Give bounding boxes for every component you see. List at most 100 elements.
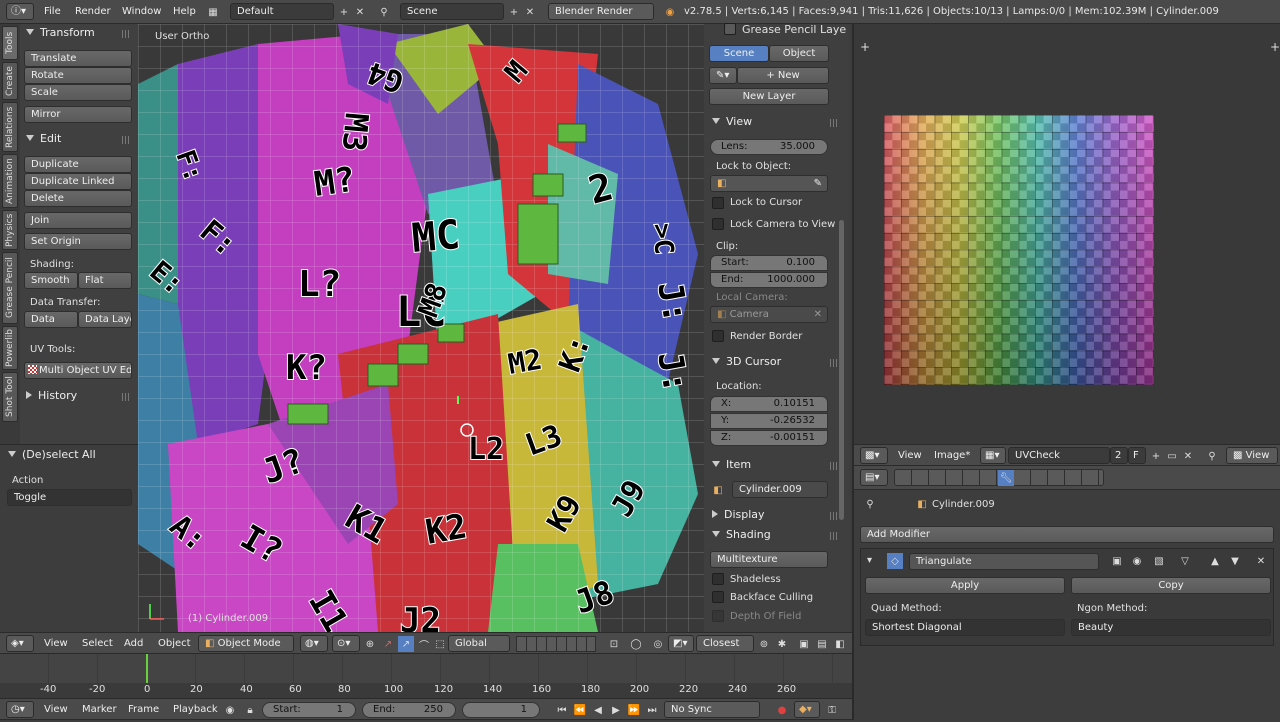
- pin-icon[interactable]: ⚲: [1204, 448, 1220, 464]
- remove-layout-icon[interactable]: ✕: [352, 4, 368, 20]
- snap-rotate-icon[interactable]: ✱: [774, 636, 790, 652]
- eyedropper-icon[interactable]: ✎: [814, 176, 822, 191]
- data-button[interactable]: Data: [24, 311, 78, 328]
- scale-button[interactable]: Scale: [24, 84, 132, 101]
- pin-icon[interactable]: ⚲: [862, 496, 878, 512]
- new-grease-button[interactable]: + New: [737, 67, 829, 84]
- shading-panel-header[interactable]: Shading: [712, 528, 771, 541]
- image-browse-select[interactable]: ▦▾: [980, 447, 1006, 464]
- menu-frame[interactable]: Frame: [128, 698, 159, 722]
- panel-scrollbar[interactable]: [839, 220, 844, 520]
- keyframe-add-icon[interactable]: ⚿: [824, 702, 840, 718]
- new-layer-button[interactable]: New Layer: [709, 88, 829, 105]
- display-panel-header[interactable]: Display: [712, 508, 765, 521]
- render-toggle-icon[interactable]: ▣: [1109, 553, 1125, 569]
- editmode-toggle-icon[interactable]: ▧: [1151, 553, 1167, 569]
- expand-icon[interactable]: +: [860, 40, 870, 54]
- render-border-checkbox[interactable]: [712, 330, 724, 342]
- tab-animation[interactable]: Animation: [2, 154, 18, 208]
- add-layout-icon[interactable]: +: [336, 4, 352, 20]
- smooth-button[interactable]: Smooth: [24, 272, 78, 289]
- viewport-toggle-icon[interactable]: ◉: [1129, 553, 1145, 569]
- unlink-image-icon[interactable]: ✕: [1180, 448, 1196, 464]
- menu-file[interactable]: File: [44, 0, 61, 24]
- layout-grid-icon[interactable]: ▦: [205, 4, 221, 20]
- lock-camera-checkbox[interactable]: [712, 218, 724, 230]
- menu-add[interactable]: Add: [124, 632, 143, 656]
- cage-toggle-icon[interactable]: ▽: [1177, 553, 1193, 569]
- current-frame-field[interactable]: 1: [462, 702, 540, 718]
- clip-start-field[interactable]: Start: 0.100: [710, 255, 828, 271]
- layout-select[interactable]: Default: [230, 3, 334, 20]
- set-origin-select[interactable]: Set Origin: [24, 233, 132, 250]
- menu-view[interactable]: View: [898, 444, 922, 468]
- duplicate-linked-button[interactable]: Duplicate Linked: [24, 173, 132, 190]
- start-frame-field[interactable]: Start: 1: [262, 702, 356, 718]
- translate-manipulator-icon[interactable]: ↗: [380, 636, 396, 652]
- action-select[interactable]: Toggle: [7, 489, 132, 506]
- next-keyframe-icon[interactable]: ⏩: [626, 702, 642, 718]
- layer-buttons[interactable]: [516, 636, 596, 652]
- scene-icon[interactable]: ⚲: [376, 4, 392, 20]
- image-editor[interactable]: + +: [852, 24, 1280, 444]
- cursor-x-field[interactable]: X: 0.10151: [710, 396, 828, 412]
- lock-icon[interactable]: 🔒︎: [242, 702, 258, 718]
- panel-grip-icon[interactable]: [830, 119, 838, 127]
- history-panel-header[interactable]: History: [26, 389, 77, 402]
- prev-keyframe-icon[interactable]: ⏪: [572, 702, 588, 718]
- play-icon[interactable]: ▶: [608, 702, 624, 718]
- scale-manipulator-icon[interactable]: ⌒: [416, 636, 432, 652]
- multi-object-uv-button[interactable]: Multi Object UV Edi...: [24, 362, 132, 379]
- jump-end-icon[interactable]: ⏭: [644, 702, 660, 718]
- modifier-name-field[interactable]: Triangulate: [909, 553, 1099, 570]
- preview-range-icon[interactable]: ◉: [222, 702, 238, 718]
- translate-button[interactable]: Translate: [24, 50, 132, 67]
- lens-field[interactable]: Lens: 35.000: [710, 139, 828, 155]
- snap-icon[interactable]: ⊚: [756, 636, 772, 652]
- edit-panel-header[interactable]: Edit: [26, 132, 61, 145]
- render-anim-icon[interactable]: ▤: [814, 636, 830, 652]
- mode-select[interactable]: ◧ Object Mode: [198, 635, 294, 652]
- editor-type-button[interactable]: ▤▾: [860, 469, 888, 486]
- cursor-z-field[interactable]: Z: -0.00151: [710, 430, 828, 446]
- menu-view[interactable]: View: [44, 698, 68, 722]
- cursor-y-field[interactable]: Y: -0.26532: [710, 413, 828, 429]
- shading-mode-select[interactable]: Multitexture: [710, 551, 828, 568]
- quad-method-select[interactable]: Shortest Diagonal: [865, 619, 1065, 636]
- menu-view[interactable]: View: [44, 632, 68, 656]
- menu-select[interactable]: Select: [82, 632, 113, 656]
- scale-icon[interactable]: ⬚: [432, 636, 448, 652]
- grease-pencil-checkbox[interactable]: [724, 23, 736, 35]
- panel-grip-icon[interactable]: [830, 462, 838, 470]
- timeline[interactable]: -40 -20 0 20 40 60 80 100 120 140 160 18…: [0, 654, 852, 698]
- lock-layers-icon[interactable]: ⊡: [606, 636, 622, 652]
- 3d-viewport[interactable]: M? MC L? LC K? 2 J: J: K: L2 L3 K9 J9 J8…: [138, 24, 704, 632]
- menu-render[interactable]: Render: [75, 0, 111, 24]
- panel-grip-icon[interactable]: [122, 30, 130, 38]
- tab-tools[interactable]: Tools: [2, 26, 18, 60]
- duplicate-button[interactable]: Duplicate: [24, 156, 132, 173]
- move-down-icon[interactable]: ▼: [1227, 553, 1243, 569]
- editor-type-button[interactable]: ⓘ▾: [6, 3, 34, 20]
- copy-button[interactable]: Copy: [1071, 577, 1271, 594]
- editor-type-button[interactable]: ◈▾: [6, 635, 34, 652]
- local-camera-field[interactable]: ◧ Camera ✕: [710, 306, 828, 323]
- backface-checkbox[interactable]: [712, 591, 724, 603]
- apply-button[interactable]: Apply: [865, 577, 1065, 594]
- remove-scene-icon[interactable]: ✕: [522, 4, 538, 20]
- shadeless-checkbox[interactable]: [712, 573, 724, 585]
- panel-grip-icon[interactable]: [122, 393, 130, 401]
- record-icon[interactable]: ●: [774, 702, 790, 718]
- panel-grip-icon[interactable]: [830, 359, 838, 367]
- render-engine-select[interactable]: Blender Render: [548, 3, 654, 20]
- object-toggle[interactable]: Object: [769, 45, 829, 62]
- collapse-icon[interactable]: ▾: [867, 555, 872, 566]
- orientation-select[interactable]: Global: [448, 635, 510, 652]
- close-icon[interactable]: ✕: [1253, 553, 1269, 569]
- menu-object[interactable]: Object: [158, 632, 191, 656]
- item-panel-header[interactable]: Item: [712, 458, 751, 471]
- menu-playback[interactable]: Playback: [173, 698, 218, 722]
- clear-icon[interactable]: ✕: [814, 307, 822, 322]
- render-preview-icon[interactable]: ◯: [628, 636, 644, 652]
- tab-relations[interactable]: Relations: [2, 102, 18, 152]
